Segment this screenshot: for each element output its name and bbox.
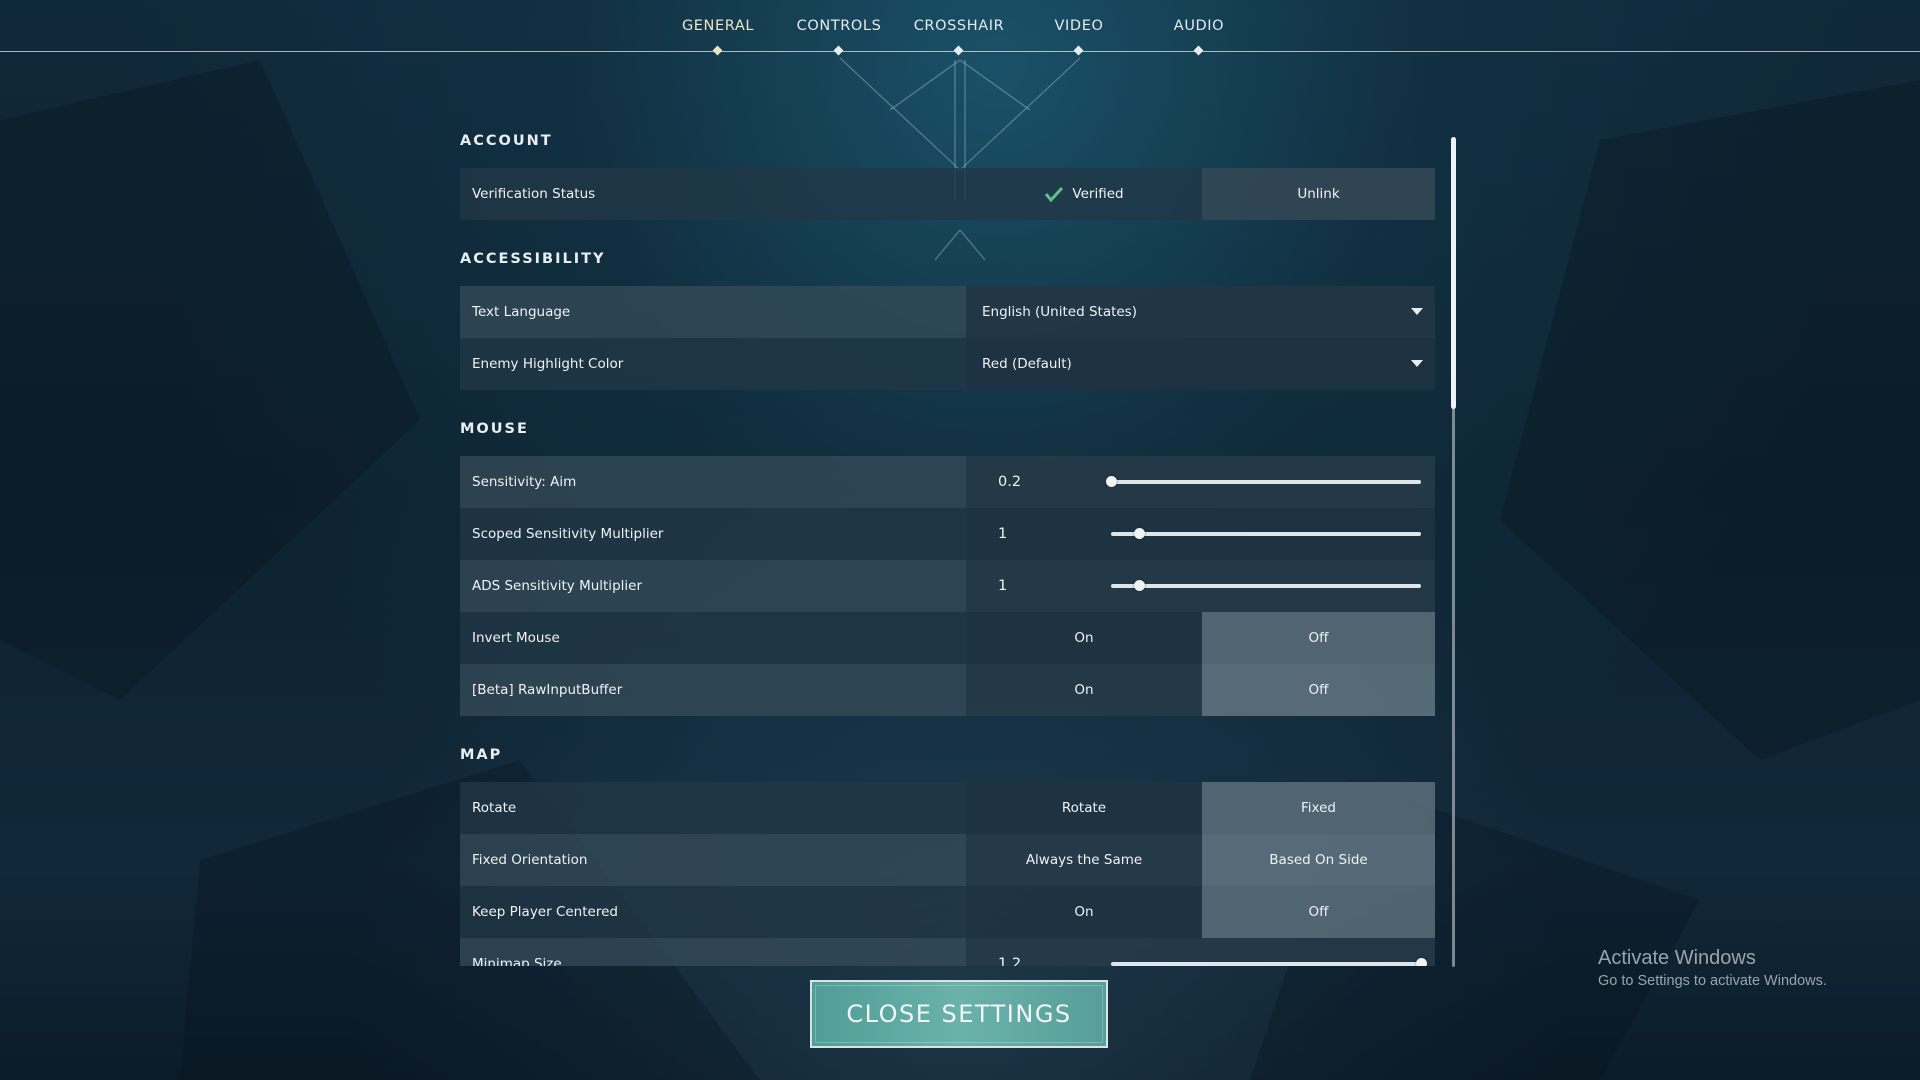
always-the-same-button[interactable]: Always the Same xyxy=(966,834,1202,886)
setting-label: Scoped Sensitivity Multiplier xyxy=(472,526,664,542)
raw-input-buffer-on-button[interactable]: On xyxy=(966,664,1202,716)
tab-audio-label: AUDIO xyxy=(1173,18,1225,34)
section-title-map: MAP xyxy=(460,747,503,763)
sensitivity-aim-value[interactable]: 0.2 xyxy=(998,456,1038,508)
activate-windows-watermark: Activate Windows Go to Settings to activ… xyxy=(1598,945,1827,991)
tab-audio[interactable]: AUDIO xyxy=(1134,0,1264,56)
invert-mouse-off-button[interactable]: Off xyxy=(1202,612,1435,664)
slider-control: 1.2 xyxy=(966,938,1435,966)
setting-row-scoped-sensitivity: Scoped Sensitivity Multiplier 1 xyxy=(460,508,1435,560)
setting-label: Sensitivity: Aim xyxy=(472,474,577,490)
close-settings-button[interactable]: CLOSE SETTINGS xyxy=(810,980,1108,1048)
slider-thumb[interactable] xyxy=(1133,528,1145,539)
rotate-rotate-button[interactable]: Rotate xyxy=(966,782,1202,834)
dropdown-value: Red (Default) xyxy=(982,356,1072,372)
setting-row-ads-sensitivity: ADS Sensitivity Multiplier 1 xyxy=(460,560,1435,612)
setting-label: Invert Mouse xyxy=(472,630,560,646)
section-title-account: ACCOUNT xyxy=(460,133,553,149)
settings-panel: ACCOUNT Verification Status Verified Unl… xyxy=(460,118,1435,966)
rotate-fixed-button[interactable]: Fixed xyxy=(1202,782,1435,834)
chevron-down-icon xyxy=(1411,360,1423,367)
watermark-subtitle: Go to Settings to activate Windows. xyxy=(1598,973,1827,989)
settings-scrollbar-thumb[interactable] xyxy=(1451,137,1456,409)
setting-row-raw-input-buffer: [Beta] RawInputBuffer On Off xyxy=(460,664,1435,716)
tab-video-label: VIDEO xyxy=(1054,18,1104,34)
close-settings-label: CLOSE SETTINGS xyxy=(846,1000,1072,1028)
slider-control: 1 xyxy=(966,560,1435,612)
scoped-sensitivity-value[interactable]: 1 xyxy=(998,508,1038,560)
slider-thumb[interactable] xyxy=(1416,958,1427,966)
watermark-title: Activate Windows xyxy=(1598,947,1756,969)
setting-label: Minimap Size xyxy=(472,956,562,966)
tab-bar-divider xyxy=(0,51,1920,52)
keep-centered-on-button[interactable]: On xyxy=(966,886,1202,938)
tab-crosshair-label: CROSSHAIR xyxy=(913,18,1005,34)
setting-label: ADS Sensitivity Multiplier xyxy=(472,578,642,594)
tab-crosshair[interactable]: CROSSHAIR xyxy=(894,0,1024,56)
setting-row-enemy-highlight-color: Enemy Highlight Color Red (Default) xyxy=(460,338,1435,390)
setting-label: Verification Status xyxy=(472,186,596,202)
setting-label: [Beta] RawInputBuffer xyxy=(472,682,623,698)
tab-video[interactable]: VIDEO xyxy=(1014,0,1144,56)
tab-general-label: GENERAL xyxy=(681,18,755,34)
setting-label: Fixed Orientation xyxy=(472,852,588,868)
setting-row-minimap-size: Minimap Size 1.2 xyxy=(460,938,1435,966)
setting-label: Rotate xyxy=(472,800,517,816)
tab-general[interactable]: GENERAL xyxy=(653,0,783,56)
section-title-mouse: MOUSE xyxy=(460,421,529,437)
setting-row-text-language: Text Language English (United States) xyxy=(460,286,1435,338)
setting-label: Enemy Highlight Color xyxy=(472,356,624,372)
verified-text: Verified xyxy=(1072,186,1124,202)
keep-centered-off-button[interactable]: Off xyxy=(1202,886,1435,938)
checkmark-icon xyxy=(1045,186,1064,202)
based-on-side-button[interactable]: Based On Side xyxy=(1202,834,1435,886)
ads-sensitivity-slider[interactable] xyxy=(1111,580,1421,591)
setting-row-sensitivity-aim: Sensitivity: Aim 0.2 xyxy=(460,456,1435,508)
section-title-accessibility: ACCESSIBILITY xyxy=(460,251,606,267)
setting-label: Text Language xyxy=(472,304,571,320)
slider-thumb[interactable] xyxy=(1106,476,1117,487)
dropdown-value: English (United States) xyxy=(982,304,1137,320)
scoped-sensitivity-slider[interactable] xyxy=(1111,528,1421,539)
text-language-dropdown[interactable]: English (United States) xyxy=(966,286,1435,338)
chevron-down-icon xyxy=(1411,308,1423,315)
slider-thumb[interactable] xyxy=(1133,580,1145,591)
minimap-size-slider[interactable] xyxy=(1111,958,1427,966)
enemy-highlight-color-dropdown[interactable]: Red (Default) xyxy=(966,338,1435,390)
setting-row-fixed-orientation: Fixed Orientation Always the Same Based … xyxy=(460,834,1435,886)
verification-status-value: Verified xyxy=(966,168,1202,220)
ads-sensitivity-value[interactable]: 1 xyxy=(998,560,1038,612)
settings-tab-bar: GENERAL CONTROLS CROSSHAIR VIDEO AUDIO xyxy=(0,0,1920,56)
tab-controls[interactable]: CONTROLS xyxy=(774,0,904,56)
setting-row-keep-player-centered: Keep Player Centered On Off xyxy=(460,886,1435,938)
minimap-size-value[interactable]: 1.2 xyxy=(998,938,1038,966)
tab-controls-label: CONTROLS xyxy=(796,18,882,34)
sensitivity-aim-slider[interactable] xyxy=(1106,476,1421,487)
invert-mouse-on-button[interactable]: On xyxy=(966,612,1202,664)
setting-row-rotate: Rotate Rotate Fixed xyxy=(460,782,1435,834)
slider-control: 0.2 xyxy=(966,456,1435,508)
setting-row-invert-mouse: Invert Mouse On Off xyxy=(460,612,1435,664)
setting-label: Keep Player Centered xyxy=(472,904,618,920)
setting-row-verification-status: Verification Status Verified Unlink xyxy=(460,168,1435,220)
unlink-button[interactable]: Unlink xyxy=(1202,168,1435,220)
raw-input-buffer-off-button[interactable]: Off xyxy=(1202,664,1435,716)
slider-control: 1 xyxy=(966,508,1435,560)
